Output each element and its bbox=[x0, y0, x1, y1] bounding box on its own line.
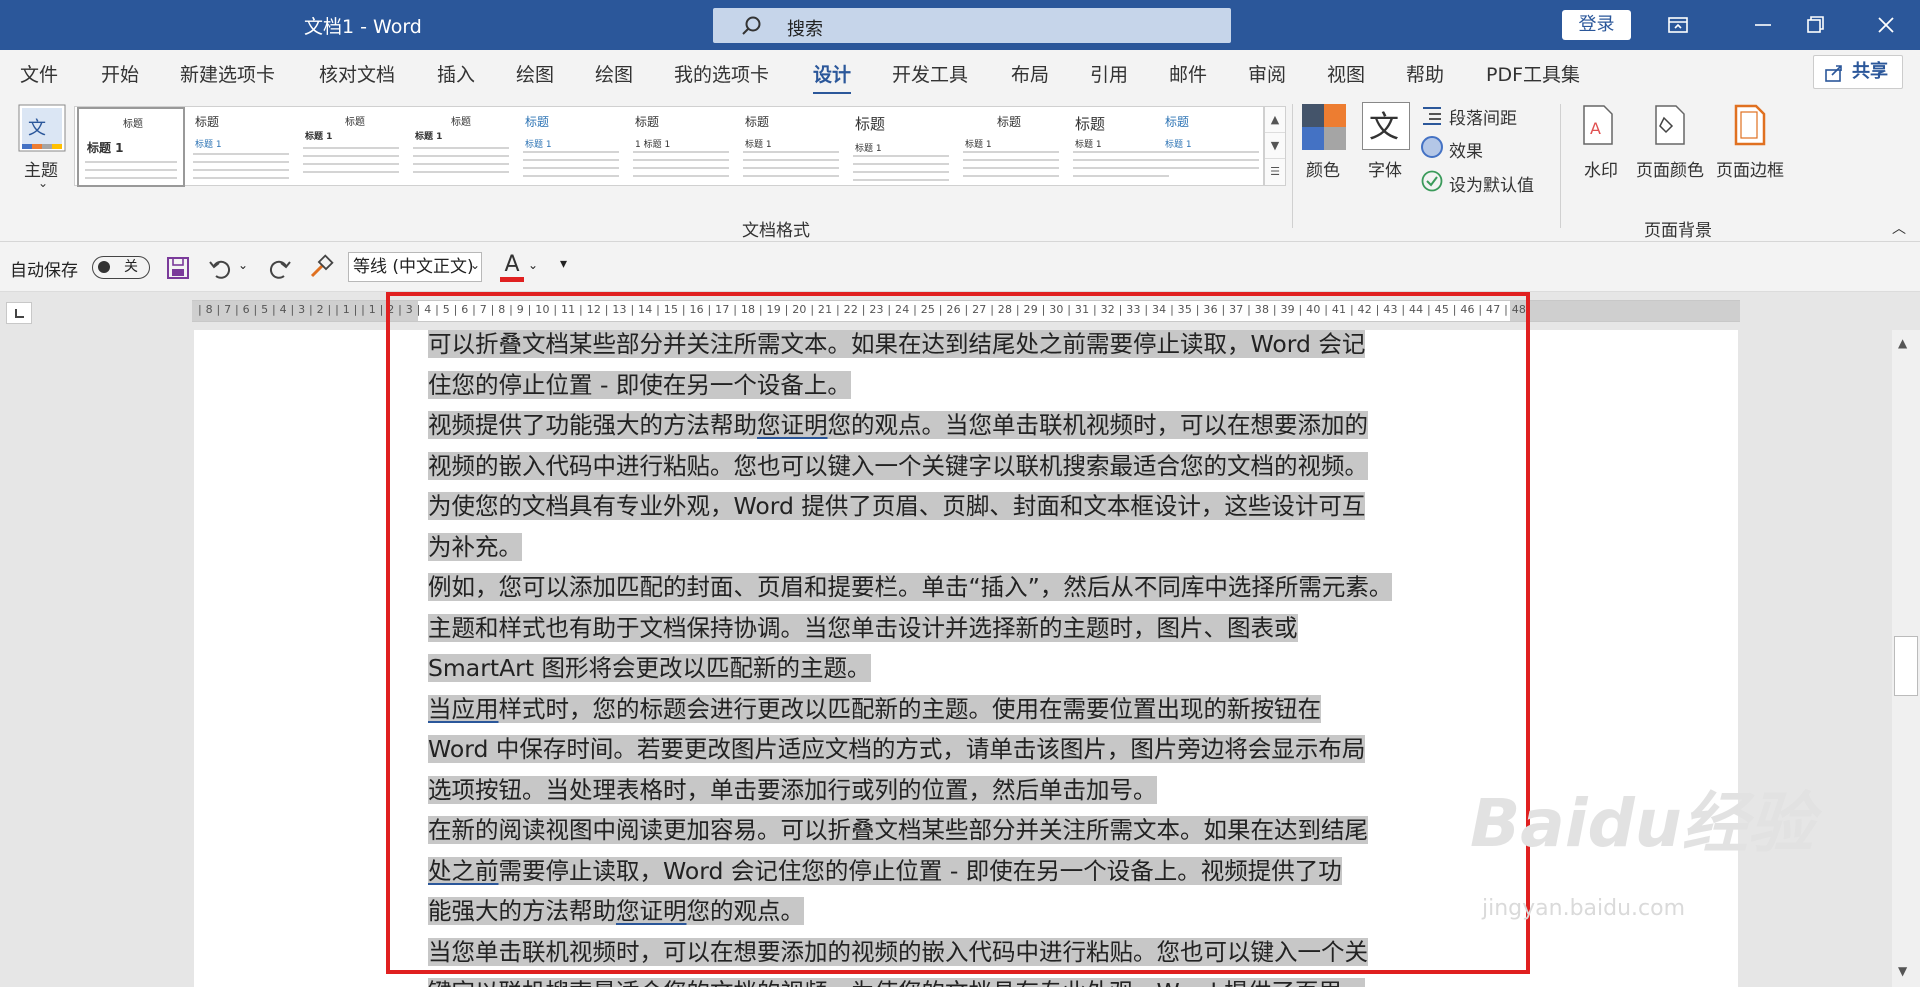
style-set-item[interactable]: 标题 标题 1 bbox=[737, 107, 845, 187]
share-button[interactable]: 共享 bbox=[1813, 55, 1903, 89]
svg-text:文: 文 bbox=[28, 118, 46, 139]
title-bar: 文档1 - Word 搜索 登录 bbox=[0, 0, 1920, 50]
gallery-down-icon[interactable]: ▼ bbox=[1265, 133, 1285, 159]
style-set-item[interactable]: 标题 标题 1 bbox=[847, 107, 955, 187]
font-color-dropdown-icon[interactable]: ⌄ bbox=[528, 258, 538, 272]
gallery-up-icon[interactable]: ▲ bbox=[1265, 107, 1285, 133]
tab-developer[interactable]: 开发工具 bbox=[892, 60, 968, 87]
tab-help[interactable]: 帮助 bbox=[1406, 60, 1444, 87]
svg-text:A: A bbox=[1590, 119, 1601, 138]
effects-button[interactable]: 效果 bbox=[1449, 137, 1483, 162]
highlight-annotation-box bbox=[386, 292, 1530, 974]
group-label-doc-format: 文档格式 bbox=[742, 221, 810, 241]
undo-icon[interactable] bbox=[208, 256, 234, 280]
fonts-label[interactable]: 字体 bbox=[1368, 156, 1402, 181]
style-set-item[interactable]: 标题 标题 1 bbox=[407, 107, 515, 187]
tab-home[interactable]: 开始 bbox=[101, 60, 139, 87]
save-icon[interactable] bbox=[166, 256, 190, 280]
style-set-gallery[interactable]: 标题 标题 1 标题 标题 1 标题 标题 1 标题 标题 1 标题 标题 1 … bbox=[74, 106, 1265, 187]
tab-stop-selector-icon[interactable] bbox=[6, 302, 32, 324]
tab-pdf-tools[interactable]: PDF工具集 bbox=[1486, 60, 1580, 87]
window-title: 文档1 - Word bbox=[304, 16, 422, 38]
style-set-item[interactable]: 标题 1 标题 1 bbox=[627, 107, 735, 187]
document-line[interactable]: 键字以联机搜索最适合您的文档的视频。为使您的文档具有专业外观，Word 提供了页… bbox=[428, 978, 1366, 987]
autosave-label: 自动保存 bbox=[10, 261, 78, 281]
autosave-toggle[interactable]: 关 bbox=[92, 256, 150, 279]
style-set-item[interactable]: 标题 标题 1 bbox=[297, 107, 405, 187]
colors-label[interactable]: 颜色 bbox=[1306, 156, 1340, 181]
style-set-item[interactable]: 标题 标题 1 bbox=[77, 107, 185, 187]
share-icon bbox=[1825, 65, 1842, 82]
baidu-watermark-url: jingyan.baidu.com bbox=[1482, 896, 1686, 921]
paragraph-spacing-button[interactable]: 段落间距 bbox=[1449, 104, 1517, 129]
share-label: 共享 bbox=[1852, 61, 1888, 82]
minimize-icon[interactable] bbox=[1745, 8, 1781, 42]
tab-my-tab[interactable]: 我的选项卡 bbox=[674, 60, 769, 87]
style-set-item[interactable]: 标题 标题 1 bbox=[957, 107, 1065, 187]
fonts-icon[interactable]: 文 bbox=[1362, 102, 1410, 150]
page-color-button[interactable]: 页面颜色 bbox=[1636, 156, 1704, 181]
font-name-select[interactable]: 等线 (中文正文) bbox=[348, 252, 482, 282]
tab-draw[interactable]: 绘图 bbox=[516, 60, 554, 87]
theme-icon[interactable]: 文 bbox=[18, 104, 66, 152]
tab-references[interactable]: 引用 bbox=[1090, 60, 1128, 87]
collapse-ribbon-icon[interactable]: ︿ bbox=[1892, 218, 1906, 238]
colors-icon[interactable] bbox=[1302, 104, 1346, 150]
style-set-item[interactable]: 标题 标题 1 bbox=[187, 107, 295, 187]
tab-layout[interactable]: 布局 bbox=[1011, 60, 1049, 87]
tab-view[interactable]: 视图 bbox=[1327, 60, 1365, 87]
scroll-down-icon[interactable]: ▼ bbox=[1898, 964, 1907, 978]
baidu-watermark-logo: Baidu经验 bbox=[1470, 785, 1814, 862]
effects-icon[interactable] bbox=[1421, 136, 1443, 158]
tab-proofread[interactable]: 核对文档 bbox=[319, 60, 395, 87]
style-set-item[interactable]: 标题 标题 1 bbox=[1157, 107, 1265, 187]
page-border-icon[interactable] bbox=[1734, 104, 1766, 146]
gallery-scroll[interactable]: ▲ ▼ ☰ bbox=[1264, 106, 1286, 186]
paragraph-spacing-icon[interactable] bbox=[1421, 104, 1443, 126]
font-color-icon[interactable]: A bbox=[500, 252, 524, 282]
tab-draw-2[interactable]: 绘图 bbox=[595, 60, 633, 87]
page-color-icon[interactable] bbox=[1654, 104, 1686, 146]
tab-review[interactable]: 审阅 bbox=[1248, 60, 1286, 87]
tab-file[interactable]: 文件 bbox=[20, 60, 58, 87]
quick-access-toolbar: 自动保存 关 ⌄ 等线 (中文正文) ⌄ A ⌄ ▾ bbox=[0, 242, 1920, 292]
customize-qat-icon[interactable]: ▾ bbox=[560, 256, 567, 272]
watermark-icon[interactable]: A bbox=[1582, 104, 1614, 146]
theme-dropdown-icon[interactable]: ⌄ bbox=[38, 176, 48, 190]
group-label-page-bg: 页面背景 bbox=[1644, 221, 1712, 241]
style-set-item[interactable]: 标题 标题 1 bbox=[517, 107, 625, 187]
close-icon[interactable] bbox=[1868, 8, 1904, 42]
redo-icon[interactable] bbox=[266, 256, 292, 280]
set-default-icon[interactable] bbox=[1421, 170, 1443, 192]
svg-text:文: 文 bbox=[1369, 110, 1399, 145]
restore-icon[interactable] bbox=[1797, 8, 1833, 42]
scrollbar-thumb[interactable] bbox=[1894, 636, 1918, 696]
ribbon-separator bbox=[1292, 104, 1293, 228]
search-box[interactable]: 搜索 bbox=[713, 8, 1231, 43]
vertical-scrollbar[interactable]: ▲ ▼ bbox=[1892, 330, 1920, 987]
font-dropdown-icon[interactable]: ⌄ bbox=[470, 258, 480, 272]
tab-mailings[interactable]: 邮件 bbox=[1169, 60, 1207, 87]
login-button[interactable]: 登录 bbox=[1562, 10, 1631, 40]
ribbon-display-options-icon[interactable] bbox=[1660, 8, 1696, 42]
tab-design[interactable]: 设计 bbox=[813, 60, 852, 95]
set-default-button[interactable]: 设为默认值 bbox=[1449, 171, 1534, 196]
watermark-button[interactable]: 水印 bbox=[1584, 156, 1618, 181]
ribbon-design: 文 主题 ⌄ 标题 标题 1 标题 标题 1 标题 标题 1 标题 标题 1 标… bbox=[0, 94, 1920, 242]
search-placeholder: 搜索 bbox=[787, 19, 823, 40]
ruler-right-margin bbox=[1510, 301, 1740, 321]
ribbon-tabs: 文件 开始 新建选项卡 核对文档 插入 绘图 绘图 我的选项卡 设计 开发工具 … bbox=[0, 50, 1920, 95]
page-border-button[interactable]: 页面边框 bbox=[1716, 156, 1784, 181]
gallery-more-icon[interactable]: ☰ bbox=[1265, 159, 1285, 185]
format-painter-icon[interactable] bbox=[308, 254, 334, 280]
ribbon-separator bbox=[1560, 104, 1561, 228]
tab-new-tab[interactable]: 新建选项卡 bbox=[180, 60, 275, 87]
tab-insert[interactable]: 插入 bbox=[437, 60, 475, 87]
scroll-up-icon[interactable]: ▲ bbox=[1898, 336, 1907, 350]
undo-dropdown-icon[interactable]: ⌄ bbox=[238, 258, 248, 272]
search-icon bbox=[742, 16, 761, 35]
